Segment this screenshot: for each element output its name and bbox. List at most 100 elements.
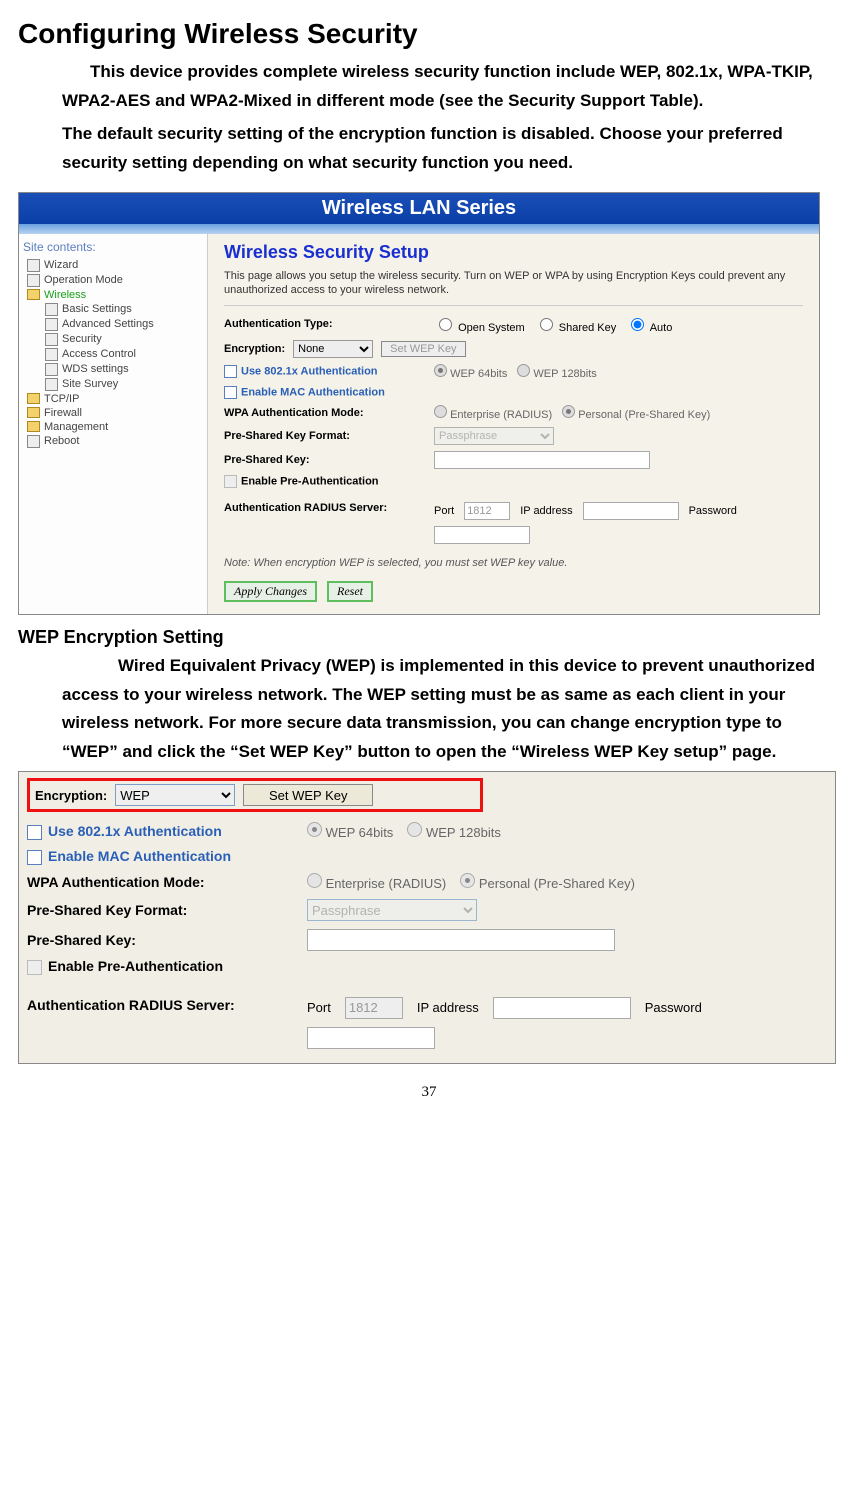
wep-section-heading: WEP Encryption Setting [18,627,840,648]
radio-disabled-icon [562,405,575,418]
sidebar-item-site-survey[interactable]: Site Survey [23,377,203,392]
radio-disabled-icon [434,364,447,377]
radius-port-input [345,997,403,1019]
wpa-mode-label: WPA Authentication Mode: [27,874,307,890]
wpa-enterprise-radio: Enterprise (RADIUS) [307,873,446,891]
sidebar-label: Firewall [44,407,82,419]
radius-label: Authentication RADIUS Server: [224,502,434,514]
sidebar-item-wds-settings[interactable]: WDS settings [23,362,203,377]
sidebar-label: Operation Mode [44,274,123,286]
screenshot-wep-encryption: Encryption: WEP Set WEP Key Use 802.1x A… [18,771,836,1064]
wep-paragraph: Wired Equivalent Privacy (WEP) is implem… [62,652,840,768]
psk-input[interactable] [307,929,615,951]
radio-label: WEP 128bits [426,825,501,840]
sidebar-label: Wizard [44,259,78,271]
auth-open-radio[interactable]: Open System [434,315,525,334]
wep-paragraph-block: Wired Equivalent Privacy (WEP) is implem… [62,652,840,768]
folder-open-icon [27,289,40,300]
encryption-label: Encryption: [224,343,285,355]
intro-paragraph-2: The default security setting of the encr… [62,120,840,178]
use-8021x-label: Use 802.1x Authentication [241,366,378,378]
wpa-personal-radio: Personal (Pre-Shared Key) [460,873,635,891]
enable-mac-label: Enable MAC Authentication [241,386,385,398]
screenshot-wireless-security-setup: Wireless LAN Series Site contents: Wizar… [18,192,820,615]
use-8021x-checkbox[interactable] [27,825,42,840]
sidebar-label: Advanced Settings [62,318,154,330]
wep128-radio: WEP 128bits [407,822,501,840]
use-8021x-label: Use 802.1x Authentication [48,823,222,839]
radio-label: WEP 128bits [533,368,596,380]
sidebar-item-wireless[interactable]: Wireless [23,288,203,302]
sidebar-header: Site contents: [23,240,203,254]
sidebar-label: Basic Settings [62,303,132,315]
radius-password-input[interactable] [307,1027,435,1049]
sidebar-label: Site Survey [62,378,118,390]
wep64-radio: WEP 64bits [434,364,507,380]
sidebar-label: Access Control [62,348,136,360]
sidebar-item-access-control[interactable]: Access Control [23,347,203,362]
radio-label: WEP 64bits [450,368,507,380]
radio-label: Auto [650,322,673,334]
radio-disabled-icon [517,364,530,377]
radio-disabled-icon [307,873,322,888]
psk-format-label: Pre-Shared Key Format: [224,430,434,442]
pw-label: Password [689,505,737,517]
radius-ip-input[interactable] [493,997,631,1019]
sidebar-label: Management [44,421,108,433]
psk-input[interactable] [434,451,650,469]
use-8021x-checkbox[interactable] [224,365,237,378]
folder-icon [27,393,40,404]
sidebar-item-reboot[interactable]: Reboot [23,434,203,449]
radio-label: Enterprise (RADIUS) [450,409,552,421]
sidebar-item-security[interactable]: Security [23,332,203,347]
enable-mac-checkbox[interactable] [27,850,42,865]
wep-note: Note: When encryption WEP is selected, y… [224,557,803,569]
radius-password-input[interactable] [434,526,530,544]
auth-auto-radio[interactable]: Auto [626,315,672,334]
sidebar-item-tcpip[interactable]: TCP/IP [23,392,203,406]
sidebar: Site contents: Wizard Operation Mode Wir… [19,234,208,614]
sidebar-label: Reboot [44,435,79,447]
psk-format-label: Pre-Shared Key Format: [27,902,307,918]
page-title: Configuring Wireless Security [18,18,840,50]
sidebar-item-advanced-settings[interactable]: Advanced Settings [23,317,203,332]
wpa-personal-radio: Personal (Pre-Shared Key) [562,405,710,421]
sidebar-item-basic-settings[interactable]: Basic Settings [23,302,203,317]
radius-ip-input[interactable] [583,502,679,520]
set-wep-key-button[interactable]: Set WEP Key [381,341,465,357]
radio-label: Personal (Pre-Shared Key) [578,409,710,421]
radius-label: Authentication RADIUS Server: [27,997,307,1013]
page-icon [45,333,58,346]
radius-port-input [464,502,510,520]
enable-preauth-label: Enable Pre-Authentication [241,475,379,487]
banner-gradient [19,224,819,234]
encryption-select[interactable]: WEP [115,784,235,806]
page-icon [45,378,58,391]
page-number: 37 [18,1084,840,1101]
sidebar-item-operation-mode[interactable]: Operation Mode [23,273,203,288]
set-wep-key-button[interactable]: Set WEP Key [243,784,373,806]
enable-mac-checkbox[interactable] [224,386,237,399]
sidebar-item-management[interactable]: Management [23,420,203,434]
page-icon [27,435,40,448]
port-label: Port [434,505,454,517]
sidebar-item-firewall[interactable]: Firewall [23,406,203,420]
sidebar-label: Security [62,333,102,345]
radio-label: Shared Key [559,322,616,334]
ip-label: IP address [417,1000,479,1015]
sidebar-label: Wireless [44,289,86,301]
page-icon [45,303,58,316]
auth-type-label: Authentication Type: [224,318,434,330]
folder-icon [27,407,40,418]
wep64-radio: WEP 64bits [307,822,393,840]
reset-button[interactable]: Reset [327,581,373,602]
auth-shared-radio[interactable]: Shared Key [535,315,617,334]
enable-mac-label: Enable MAC Authentication [48,848,231,864]
apply-changes-button[interactable]: Apply Changes [224,581,317,602]
enable-preauth-label: Enable Pre-Authentication [48,958,223,974]
sidebar-item-wizard[interactable]: Wizard [23,258,203,273]
folder-icon [27,421,40,432]
wep128-radio: WEP 128bits [517,364,596,380]
encryption-select[interactable]: None [293,340,373,358]
main-panel: Wireless Security Setup This page allows… [208,234,819,614]
